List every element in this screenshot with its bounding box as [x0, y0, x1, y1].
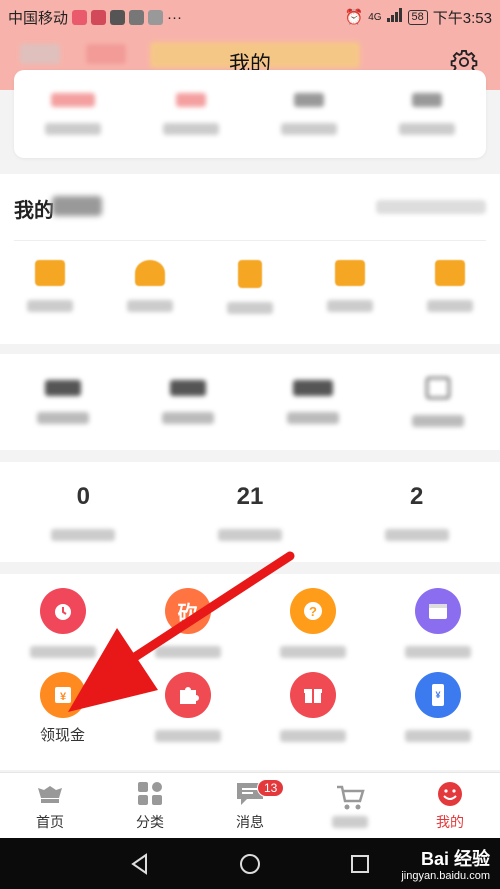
- order-status-ship[interactable]: [200, 260, 300, 314]
- cart-icon: [337, 785, 365, 809]
- balance-stat[interactable]: [14, 70, 132, 158]
- asset-stat[interactable]: [0, 380, 125, 424]
- question-icon: ?: [289, 588, 336, 634]
- balance-card[interactable]: [14, 70, 486, 158]
- tool-bargain[interactable]: 砍: [125, 588, 250, 658]
- alarm-icon: [39, 588, 86, 634]
- count-stat[interactable]: 0: [0, 483, 167, 541]
- recents-icon[interactable]: [348, 852, 372, 876]
- all-orders-link[interactable]: [376, 200, 486, 214]
- balance-stat[interactable]: [368, 70, 486, 158]
- package-icon: [238, 260, 262, 288]
- puzzle-icon: [164, 672, 211, 718]
- network-type-label: 4G: [368, 11, 382, 23]
- asset-stat[interactable]: [125, 380, 250, 424]
- watermark-brand: Bai 经验: [420, 849, 490, 869]
- app-notification-icon: [148, 9, 164, 25]
- system-nav-bar: Bai 经验 jingyan.baidu.com: [0, 838, 500, 889]
- bargain-icon: 砍: [164, 588, 211, 634]
- app-notification-icon: [72, 9, 88, 25]
- back-icon[interactable]: [128, 852, 152, 876]
- signal-icon: [386, 8, 403, 26]
- tool-gift[interactable]: [250, 672, 375, 746]
- order-status-pay[interactable]: [0, 260, 100, 314]
- count-value: 2: [410, 483, 424, 510]
- orders-title: 我的: [14, 200, 54, 222]
- carrier-label: 中国移动: [8, 9, 69, 27]
- tab-cart[interactable]: [300, 773, 400, 838]
- bottom-tab-bar: 首页 分类 消息 13 我的: [0, 772, 500, 838]
- tab-label-blurred: [332, 815, 368, 828]
- group-icon: [135, 260, 165, 286]
- more-notifications-icon: ···: [167, 8, 183, 26]
- tab-messages[interactable]: 消息 13: [200, 773, 300, 838]
- category-icon: [138, 781, 162, 805]
- app-notification-icon: [129, 9, 145, 25]
- clock-label: 下午3:53: [432, 9, 492, 27]
- tab-label: 消息: [236, 813, 264, 830]
- watermark: Bai 经验 jingyan.baidu.com: [401, 849, 490, 883]
- count-stat[interactable]: 2: [333, 483, 500, 541]
- order-status-group[interactable]: [100, 260, 200, 314]
- asset-stat[interactable]: [250, 380, 375, 424]
- wallet-icon: [35, 260, 65, 286]
- tool-calendar[interactable]: [375, 588, 500, 658]
- svg-text:¥: ¥: [59, 691, 66, 703]
- order-status-receive[interactable]: [300, 260, 400, 314]
- smiley-icon: [438, 781, 462, 806]
- order-status-review[interactable]: [400, 260, 500, 314]
- svg-text:¥: ¥: [435, 690, 440, 700]
- tab-home[interactable]: 首页: [0, 773, 100, 838]
- comment-icon: [435, 260, 465, 286]
- balance-stat[interactable]: [250, 70, 368, 158]
- tab-category[interactable]: 分类: [100, 773, 200, 838]
- tab-label: 我的: [436, 813, 464, 830]
- app-notification-icon: [110, 9, 126, 25]
- tool-label-cash: 领现金: [39, 727, 85, 744]
- orders-section: 我的: [0, 174, 500, 344]
- cash-gift-icon: ¥: [39, 672, 86, 718]
- counts-section: 0 21 2: [0, 462, 500, 562]
- tool-alarm[interactable]: [0, 588, 125, 658]
- home-icon: [38, 785, 62, 803]
- assets-section: [0, 354, 500, 450]
- home-circle-icon[interactable]: [238, 852, 262, 876]
- count-stat[interactable]: 21: [167, 483, 334, 541]
- count-value: 0: [76, 483, 91, 510]
- orders-title-blurred: [52, 196, 102, 216]
- tool-question[interactable]: ?: [250, 588, 375, 658]
- tool-phone[interactable]: ¥: [375, 672, 500, 746]
- status-bar: 中国移动 ··· ⏰ 4G 58 下午3:53: [0, 0, 500, 34]
- phone-icon: ¥: [414, 672, 461, 718]
- watermark-url: jingyan.baidu.com: [401, 870, 490, 882]
- tab-mine[interactable]: 我的: [400, 773, 500, 838]
- calendar-icon: [414, 588, 461, 634]
- tools-section: 砍 ? ¥ 领现金 ¥: [0, 574, 500, 770]
- divider: [14, 240, 486, 241]
- unread-badge: 13: [257, 779, 285, 797]
- gift-icon: [289, 672, 336, 718]
- alarm-status-icon: ⏰: [344, 9, 364, 26]
- battery-indicator: 58: [407, 9, 428, 25]
- tool-puzzle[interactable]: [125, 672, 250, 746]
- tab-label: 分类: [136, 813, 164, 830]
- truck-icon: [335, 260, 365, 286]
- count-value: 21: [236, 483, 264, 510]
- tool-cash-gift[interactable]: ¥ 领现金: [0, 672, 125, 746]
- app-notification-icon: [91, 9, 107, 25]
- tab-label: 首页: [36, 813, 64, 830]
- asset-stat[interactable]: [375, 377, 500, 427]
- balance-stat[interactable]: [132, 70, 250, 158]
- svg-text:?: ?: [309, 604, 317, 619]
